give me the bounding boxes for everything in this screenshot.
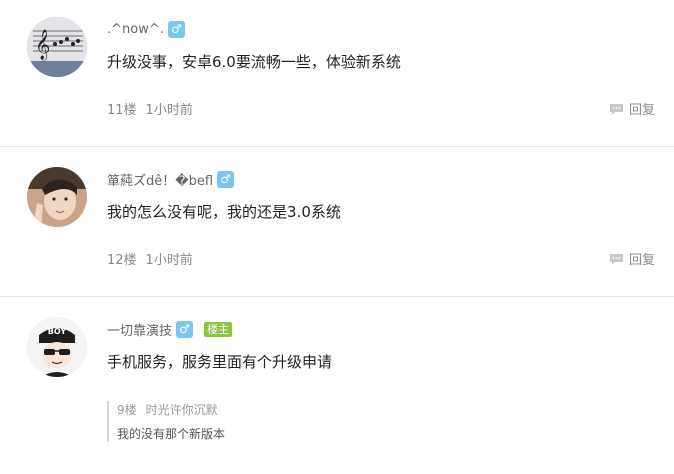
sub-reply[interactable]: 9楼 时光许你沉默 我的没有那个新版本	[107, 401, 227, 442]
username[interactable]: 箪蒓ズdê！�befl	[107, 170, 213, 189]
username[interactable]: .^now^.	[107, 22, 164, 37]
reply-label: 回复	[628, 253, 655, 268]
comment-text: 我的怎么没有呢，我的还是3.0系统	[107, 203, 341, 221]
comment-text: 升级没事，安卓6.0要流畅一些，体验新系统	[107, 53, 401, 71]
male-gender-icon: ♂	[167, 20, 185, 38]
male-gender-icon: ♂	[176, 320, 194, 338]
cap-text: BOY	[48, 327, 67, 336]
post-time: 1小时前	[145, 253, 193, 268]
comment-item: BOY 一切靠演技 ♂ 楼主 手机服务，服务里面有个升级申请 9楼 时光许你沉默 …	[0, 297, 674, 474]
avatar[interactable]: BOY	[27, 317, 87, 377]
male-gender-icon: ♂	[217, 170, 235, 188]
comment-text: 手机服务，服务里面有个升级申请	[107, 353, 333, 371]
floor-number: 11楼	[107, 103, 137, 118]
floor-number: 12楼	[107, 253, 137, 268]
svg-text:𝄞: 𝄞	[35, 29, 50, 61]
avatar[interactable]: 𝄞	[27, 17, 87, 77]
sub-reply-text: 我的没有那个新版本	[117, 427, 226, 441]
sub-reply-floor: 9楼	[117, 403, 137, 417]
username[interactable]: 一切靠演技	[107, 320, 172, 339]
avatar[interactable]	[27, 167, 87, 227]
post-time: 1小时前	[145, 103, 193, 118]
thread-owner-badge: 楼主	[204, 321, 233, 337]
sub-reply-author[interactable]: 时光许你沉默	[146, 403, 218, 417]
comment-item: 箪蒓ズdê！�befl ♂ 我的怎么没有呢，我的还是3.0系统 12楼 1小时前 …	[0, 147, 674, 296]
comment-item: 𝄞 .^now^. ♂ 升级没事，安卓6.0要流畅一些，体验新系统 11楼 1小时…	[0, 0, 674, 146]
reply-button[interactable]: 回复	[609, 249, 655, 268]
reply-label: 回复	[628, 103, 655, 118]
comment-bubble-icon	[609, 103, 623, 114]
comment-bubble-icon	[609, 253, 623, 264]
reply-button[interactable]: 回复	[609, 99, 655, 118]
